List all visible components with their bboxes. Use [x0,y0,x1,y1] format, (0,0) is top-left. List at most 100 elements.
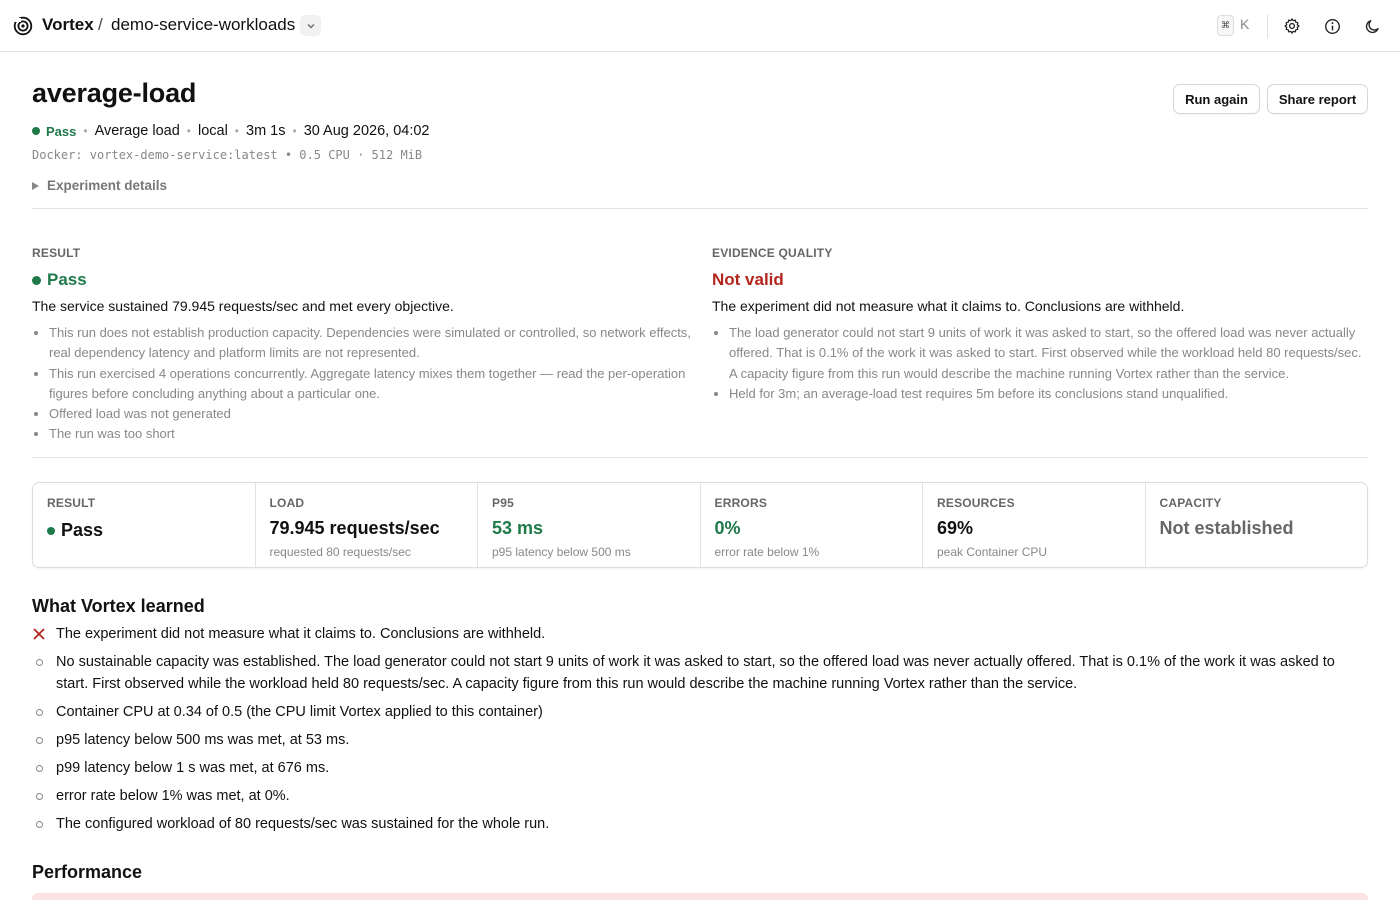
project-name[interactable]: demo-service-workloads [111,15,295,35]
result-status-text: Pass [47,270,87,289]
learned-text: p95 latency below 500 ms was met, at 53 … [56,732,350,748]
circle-icon [36,793,43,800]
moon-icon [1365,19,1379,33]
command-key-k[interactable]: K [1240,16,1249,32]
project-switcher-button[interactable] [300,15,321,36]
card-value: Not established [1159,518,1294,538]
card-value: 79.945 requests/sec [269,518,440,538]
evidence-reasons: The load generator could not start 9 uni… [712,323,1362,404]
share-report-button[interactable]: Share report [1267,84,1368,114]
list-item: p99 latency below 1 s was met, at 676 ms… [32,757,1368,779]
result-caveats: This run does not establish production c… [32,323,692,445]
card-label: ERRORS [714,496,768,510]
breadcrumb-separator: / [98,15,103,34]
status-dot [32,127,40,135]
card-label: P95 [492,496,514,510]
top-bar: Vortex / demo-service-workloads ⌘ K [0,0,1400,52]
card-value: 53 ms [492,518,544,538]
learned-list: The experiment did not measure what it c… [32,623,1368,841]
card-subtext: error rate below 1% [714,545,820,559]
brand-name[interactable]: Vortex [42,15,94,35]
list-item: Offered load was not generated [49,404,692,424]
list-item: This run does not establish production c… [49,323,692,364]
list-item: Held for 3m; an average-load test requir… [729,384,1362,404]
learned-text: No sustainable capacity was established.… [56,654,1335,692]
metric-cards: RESULT Pass LOAD 79.945 requests/sec req… [32,482,1368,568]
circle-icon [36,737,43,744]
learned-text: Container CPU at 0.34 of 0.5 (the CPU li… [56,704,543,720]
list-item: p95 latency below 500 ms was met, at 53 … [32,729,1368,751]
result-section: RESULT Pass The service sustained 79.945… [32,246,692,445]
docker-info: Docker: vortex-demo-service:latest • 0.5… [32,148,423,162]
card-label: CAPACITY [1159,496,1222,510]
card-subtext: peak Container CPU [937,545,1048,559]
performance-alert-banner [32,893,1368,900]
status-badge: Pass [46,123,77,139]
status-dot [32,275,41,285]
circle-icon [36,709,43,716]
learned-text: error rate below 1% was met, at 0%. [56,788,290,804]
timestamp: 30 Aug 2026, 04:02 [303,123,430,139]
list-item: The configured workload of 80 requests/s… [32,813,1368,835]
caret-right-icon [32,181,39,190]
card-label: RESOURCES [937,496,1015,510]
circle-icon [36,765,43,772]
evidence-summary: The experiment did not measure what it c… [712,298,1185,314]
metric-card-p95: P95 53 ms p95 latency below 500 ms [478,483,701,567]
card-value: Pass [47,520,241,541]
result-summary: The service sustained 79.945 requests/se… [32,298,454,314]
divider [32,208,1368,209]
chevron-down-icon [307,23,314,28]
learned-heading: What Vortex learned [32,596,205,616]
metric-card-resources: RESOURCES 69% peak Container CPU [923,483,1146,567]
status-dot [47,526,55,535]
theme-toggle-button[interactable] [1362,16,1382,36]
card-label: RESULT [47,496,96,510]
experiment-details-toggle[interactable]: Experiment details [32,178,167,193]
list-item: The experiment did not measure what it c… [32,623,1368,645]
info-icon [1324,18,1340,34]
result-label: RESULT [32,246,81,260]
vortex-logo-icon[interactable] [13,16,33,36]
performance-heading: Performance [32,862,143,882]
metric-card-load: LOAD 79.945 requests/sec requested 80 re… [256,483,478,567]
list-item: Container CPU at 0.34 of 0.5 (the CPU li… [32,701,1368,723]
card-value-text: Pass [61,520,104,540]
result-status: Pass [32,270,692,290]
metric-card-result: RESULT Pass [33,483,256,567]
list-item: No sustainable capacity was established.… [32,651,1368,695]
workload-name: Average load [94,123,180,139]
card-value: 0% [714,518,741,538]
card-label: LOAD [269,496,305,510]
gear-icon [1284,18,1300,34]
circle-icon [36,659,43,666]
learned-text: p99 latency below 1 s was met, at 676 ms… [56,760,330,776]
divider [32,457,1368,458]
list-item: The run was too short [49,424,692,444]
evidence-label: EVIDENCE QUALITY [712,246,833,260]
page-title: average-load [32,78,197,108]
list-item: This run exercised 4 operations concurre… [49,364,692,405]
toolbar-divider [1267,14,1268,38]
list-item: error rate below 1% was met, at 0%. [32,785,1368,807]
duration: 3m 1s [246,123,286,139]
card-value: 69% [937,518,974,538]
command-key-hint[interactable]: ⌘ [1217,15,1234,36]
x-mark-icon [33,628,45,640]
metric-card-capacity: CAPACITY Not established [1146,483,1368,567]
learned-text: The configured workload of 80 requests/s… [56,816,550,832]
list-item: The load generator could not start 9 uni… [729,323,1362,384]
run-again-button[interactable]: Run again [1173,84,1260,114]
settings-button[interactable] [1282,16,1302,36]
circle-icon [36,821,43,828]
evidence-status: Not valid [712,270,784,289]
metric-card-errors: ERRORS 0% error rate below 1% [701,483,923,567]
experiment-details-label: Experiment details [47,178,168,193]
learned-text: The experiment did not measure what it c… [56,626,546,642]
info-button[interactable] [1322,16,1342,36]
environment: local [197,123,228,139]
card-subtext: requested 80 requests/sec [269,545,411,559]
evidence-section: EVIDENCE QUALITY Not valid The experimen… [712,246,1362,404]
card-subtext: p95 latency below 500 ms [492,545,631,559]
run-meta: Pass • Average load • local • 3m 1s • 30… [32,123,430,139]
